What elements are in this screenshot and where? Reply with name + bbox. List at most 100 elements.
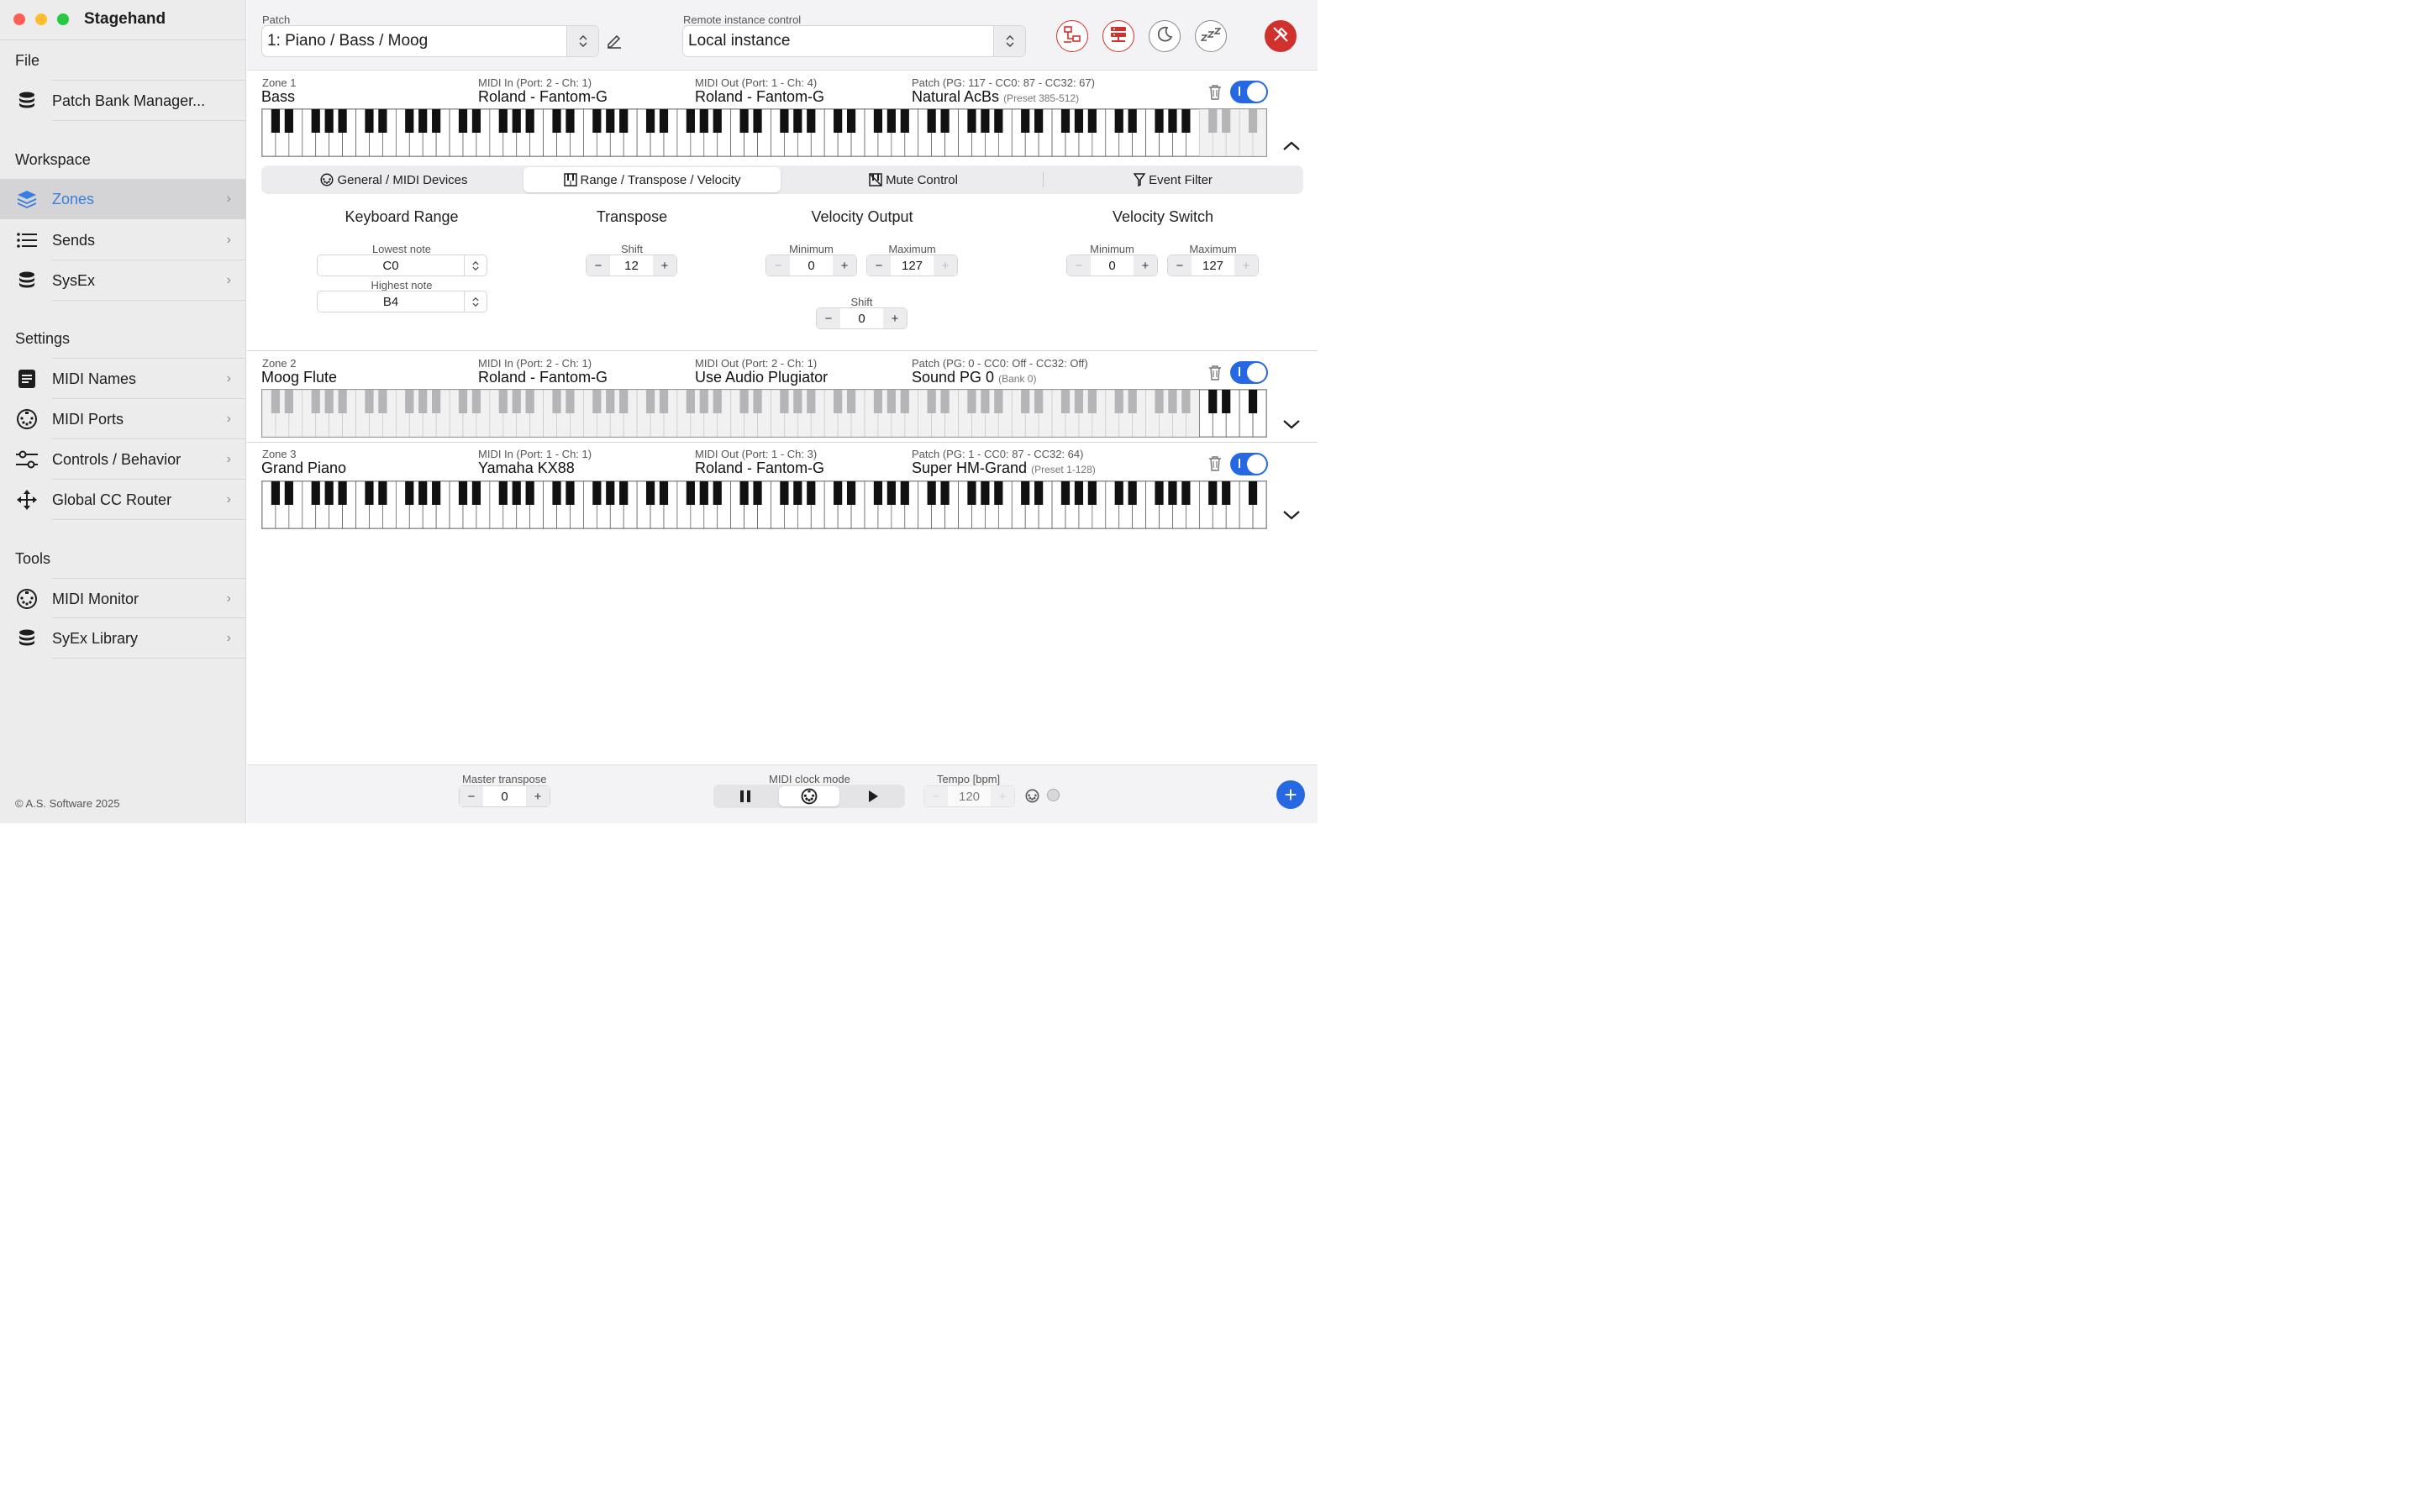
decrement-button[interactable]: −	[867, 255, 891, 276]
velocity-output-title: Velocity Output	[811, 208, 913, 225]
tempo-value[interactable]: 120	[948, 790, 991, 804]
tab-label: General / MIDI Devices	[337, 172, 468, 187]
sidebar-item-midi-monitor[interactable]: MIDI Monitor ›	[0, 579, 246, 619]
zone-enable-toggle[interactable]	[1230, 453, 1268, 475]
zoom-window-button[interactable]	[57, 13, 69, 25]
pause-button[interactable]	[715, 786, 776, 806]
decrement-button[interactable]: −	[587, 255, 610, 276]
midi-out-label: MIDI Out (Port: 2 - Ch: 1)	[695, 357, 818, 370]
window-controls	[13, 13, 69, 25]
sidebar-item-label: MIDI Names	[52, 370, 137, 387]
increment-button[interactable]: +	[833, 255, 856, 276]
sidebar-item-midi-ports[interactable]: MIDI Ports ›	[0, 399, 246, 439]
patch-bank: (Preset 385-512)	[1003, 92, 1080, 104]
decrement-button[interactable]: −	[1067, 255, 1091, 276]
velocity-output-min-value[interactable]: 0	[790, 259, 833, 273]
sleep-button[interactable]	[1195, 20, 1227, 52]
minimize-window-button[interactable]	[35, 13, 47, 25]
master-transpose-value[interactable]: 0	[483, 790, 526, 804]
midi-out-label: MIDI Out (Port: 1 - Ch: 3)	[695, 448, 818, 460]
velocity-switch-min-value[interactable]: 0	[1091, 259, 1134, 273]
increment-button[interactable]: +	[883, 308, 907, 328]
close-window-button[interactable]	[13, 13, 25, 25]
tab-range-transpose-velocity[interactable]: Range / Transpose / Velocity	[523, 167, 781, 192]
zone-enable-toggle[interactable]	[1230, 361, 1268, 384]
velocity-switch-min-stepper: − 0 +	[1066, 255, 1158, 276]
database-icon	[16, 627, 38, 649]
sidebar-item-label: Zones	[52, 190, 95, 207]
increment-button[interactable]: +	[934, 255, 957, 276]
zone-enable-toggle[interactable]	[1230, 81, 1268, 103]
mute-icon	[869, 173, 882, 186]
sidebar-item-sends[interactable]: Sends ›	[0, 220, 246, 260]
tab-general-midi-devices[interactable]: General / MIDI Devices	[265, 167, 523, 192]
trash-icon[interactable]	[1208, 456, 1222, 471]
sidebar-item-zones[interactable]: Zones ›	[0, 179, 246, 219]
midi-in-label: MIDI In (Port: 2 - Ch: 1)	[478, 76, 592, 89]
chevron-right-icon: ›	[226, 492, 231, 507]
zone-name: Moog Flute	[261, 369, 338, 386]
sidebar-item-label: Controls / Behavior	[52, 450, 182, 468]
pause-icon	[740, 790, 750, 802]
server-button[interactable]	[1102, 20, 1134, 52]
keyboard[interactable]	[261, 480, 1267, 529]
highest-note-select[interactable]: B4	[317, 291, 487, 312]
divider	[0, 39, 246, 40]
decrement-button[interactable]: −	[766, 255, 790, 276]
increment-button[interactable]: +	[1134, 255, 1157, 276]
velocity-output-max-value[interactable]: 127	[891, 259, 934, 273]
decrement-button[interactable]: −	[1168, 255, 1192, 276]
lowest-note-select[interactable]: C0	[317, 255, 487, 276]
chevron-up-icon[interactable]	[1282, 140, 1301, 152]
chevron-right-icon: ›	[226, 631, 231, 645]
sidebar-item-midi-names[interactable]: MIDI Names ›	[0, 359, 246, 399]
master-transpose-label: Master transpose	[462, 773, 547, 785]
decrement-button[interactable]: −	[817, 308, 840, 328]
increment-button[interactable]: +	[1234, 255, 1258, 276]
keyboard[interactable]	[261, 108, 1267, 157]
filter-icon	[1134, 173, 1146, 186]
add-zone-button[interactable]: +	[1276, 780, 1305, 809]
disconnect-button[interactable]	[1265, 20, 1297, 52]
sidebar-item-patch-bank-manager[interactable]: Patch Bank Manager...	[0, 81, 246, 121]
tab-event-filter[interactable]: Event Filter	[1044, 167, 1302, 192]
trash-icon[interactable]	[1208, 85, 1222, 100]
chevron-down-icon[interactable]	[1282, 418, 1301, 430]
remote-instance-select[interactable]: Local instance	[682, 25, 1026, 57]
play-button[interactable]	[843, 786, 903, 806]
velocity-switch-max-value[interactable]: 127	[1192, 259, 1234, 273]
chevron-down-icon[interactable]	[1282, 509, 1301, 521]
midi-port-icon	[801, 788, 818, 805]
sidebar-item-syex-library[interactable]: SyEx Library ›	[0, 618, 246, 659]
sidebar-item-global-cc-router[interactable]: Global CC Router ›	[0, 480, 246, 520]
increment-button[interactable]: +	[991, 786, 1014, 806]
remote-value: Local instance	[688, 32, 791, 50]
midi-out-device: Roland - Fantom-G	[695, 88, 825, 105]
midi-in-label: MIDI In (Port: 2 - Ch: 1)	[478, 357, 592, 370]
velocity-output-shift-value[interactable]: 0	[840, 312, 883, 326]
sidebar-item-sysex[interactable]: SysEx ›	[0, 260, 246, 301]
dark-mode-button[interactable]	[1149, 20, 1181, 52]
document-icon	[16, 368, 38, 390]
increment-button[interactable]: +	[526, 786, 550, 806]
trash-icon[interactable]	[1208, 365, 1222, 381]
tab-label: Range / Transpose / Velocity	[580, 172, 741, 187]
sidebar-item-controls-behavior[interactable]: Controls / Behavior ›	[0, 439, 246, 480]
patch-select[interactable]: 1: Piano / Bass / Moog	[261, 25, 599, 57]
keyboard[interactable]	[261, 389, 1267, 438]
decrement-button[interactable]: −	[924, 786, 948, 806]
midi-clock-mode	[713, 785, 905, 808]
server-icon	[1109, 26, 1128, 47]
edit-patch-icon[interactable]	[606, 34, 623, 53]
tab-label: Mute Control	[886, 172, 958, 187]
sliders-icon	[16, 449, 38, 470]
tab-mute-control[interactable]: Mute Control	[782, 167, 1044, 192]
increment-button[interactable]: +	[653, 255, 676, 276]
transpose-shift-value[interactable]: 12	[610, 259, 653, 273]
transpose-shift-label: Shift	[620, 243, 643, 255]
chevron-right-icon: ›	[226, 273, 231, 287]
decrement-button[interactable]: −	[460, 786, 483, 806]
midi-clock-sync-button[interactable]	[779, 786, 839, 806]
network-button[interactable]	[1056, 20, 1088, 52]
section-tools: Tools	[15, 550, 51, 567]
